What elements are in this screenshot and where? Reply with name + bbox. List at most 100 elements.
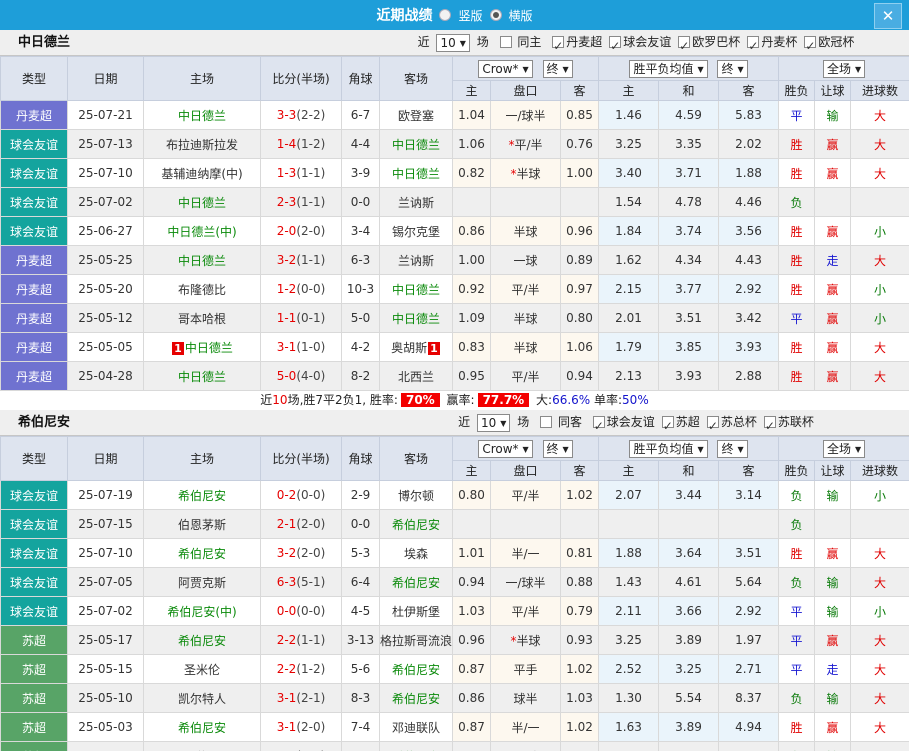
cell-odds-home: 1.09 — [453, 304, 491, 333]
col-score: 比分(半场) — [261, 437, 342, 481]
col-handicap: 盘口 — [491, 461, 561, 481]
league-filter-checkbox[interactable] — [552, 36, 564, 48]
cell-score: 6-3(5-1) — [261, 568, 342, 597]
final-odds-select[interactable]: 终 — [543, 440, 573, 458]
cell-away-team: 希伯尼安 — [380, 684, 453, 713]
horizontal-layout-label[interactable]: 横版 — [509, 7, 533, 24]
fulltime-select[interactable]: 全场 — [823, 440, 865, 458]
cell-odds-away: 0.94 — [561, 362, 599, 391]
league-filter-checkbox[interactable] — [764, 416, 776, 428]
final-mean-select[interactable]: 终 — [717, 440, 747, 458]
cell-mean-lose: 5.64 — [719, 568, 779, 597]
col-type: 类型 — [1, 437, 68, 481]
cell-mean-draw: 3.64 — [659, 539, 719, 568]
cell-result-wdl: 平 — [779, 655, 815, 684]
cell-home-team: 哥本哈根 — [144, 304, 261, 333]
league-filter-checkbox[interactable] — [678, 36, 690, 48]
odds-group-header: Crow* 终 — [453, 437, 599, 461]
cell-result-handicap: 赢 — [815, 275, 851, 304]
cell-result-handicap: 赢 — [815, 217, 851, 246]
league-filter-checkbox[interactable] — [609, 36, 621, 48]
cell-corner: 2-9 — [342, 481, 380, 510]
cell-away-team: 奥胡斯1 — [380, 333, 453, 362]
wdl-mean-select[interactable]: 胜平负均值 — [629, 440, 707, 458]
cell-result-goals — [851, 510, 909, 539]
cell-league-badge: 丹麦超 — [1, 304, 68, 333]
cell-handicap: 平/半 — [491, 275, 561, 304]
cell-mean-lose: 2.92 — [719, 275, 779, 304]
col-handicap-result: 让球 — [815, 461, 851, 481]
same-venue-checkbox[interactable] — [540, 416, 552, 428]
horizontal-layout-radio[interactable] — [490, 9, 502, 21]
recent-count-select[interactable]: 10 — [477, 414, 510, 432]
cell-mean-draw: 3.36 — [659, 742, 719, 751]
cell-league-badge: 丹麦超 — [1, 362, 68, 391]
cell-result-handicap — [815, 188, 851, 217]
cell-mean-draw: 3.77 — [659, 275, 719, 304]
cell-score: 2-2(1-2) — [261, 655, 342, 684]
cell-mean-lose: 3.14 — [719, 481, 779, 510]
cell-home-team: 希伯尼安 — [144, 481, 261, 510]
cell-odds-home: 0.82 — [453, 159, 491, 188]
league-filter-checkbox[interactable] — [747, 36, 759, 48]
cell-result-wdl: 负 — [779, 188, 815, 217]
cell-mean-win: 2.01 — [599, 304, 659, 333]
league-filter-checkbox[interactable] — [593, 416, 605, 428]
league-rank-badge: 1 — [428, 342, 440, 355]
final-odds-select[interactable]: 终 — [543, 60, 573, 78]
league-filter-checkbox[interactable] — [804, 36, 816, 48]
cell-odds-away: 1.06 — [561, 333, 599, 362]
summary-text: 单率: — [590, 393, 622, 407]
league-filter-label: 丹麦杯 — [761, 35, 797, 49]
cell-result-handicap: 赢 — [815, 713, 851, 742]
cell-mean-lose: 2.71 — [719, 742, 779, 751]
cell-mean-win: 1.30 — [599, 684, 659, 713]
fulltime-select[interactable]: 全场 — [823, 60, 865, 78]
vertical-layout-radio[interactable] — [439, 9, 451, 21]
cell-odds-away: 0.88 — [561, 568, 599, 597]
league-filter-checkbox[interactable] — [707, 416, 719, 428]
league-filter-label: 球会友谊 — [623, 35, 671, 49]
mean-group-header: 胜平负均值 终 — [599, 437, 779, 461]
cell-handicap: 半球 — [491, 304, 561, 333]
col-odds-home: 主 — [453, 461, 491, 481]
recent-count-select[interactable]: 10 — [436, 34, 469, 52]
cell-result-wdl: 平 — [779, 626, 815, 655]
cell-score: 0-2(0-0) — [261, 481, 342, 510]
match-row: 丹麦超25-05-25中日德兰3-2(1-1)6-3兰讷斯1.00一球0.891… — [1, 246, 909, 275]
match-row: 丹麦超25-07-21中日德兰3-3(2-2)6-7欧登塞1.04一/球半0.8… — [1, 101, 909, 130]
cell-mean-lose: 4.46 — [719, 188, 779, 217]
bookmaker-select[interactable]: Crow* — [478, 60, 532, 78]
cell-mean-lose — [719, 510, 779, 539]
final-mean-select[interactable]: 终 — [717, 60, 747, 78]
league-filter-checkbox[interactable] — [662, 416, 674, 428]
close-icon[interactable]: ✕ — [874, 3, 902, 29]
col-mean-win: 主 — [599, 81, 659, 101]
cell-date: 25-07-05 — [68, 568, 144, 597]
cell-result-handicap: 走 — [815, 655, 851, 684]
cell-score: 2-2(1-1) — [261, 626, 342, 655]
bookmaker-select[interactable]: Crow* — [478, 440, 532, 458]
cell-result-wdl: 胜 — [779, 362, 815, 391]
cell-result-wdl: 胜 — [779, 539, 815, 568]
cell-away-team: 希伯尼安 — [380, 568, 453, 597]
cell-home-team: 凯尔特人 — [144, 684, 261, 713]
col-mean-lose: 客 — [719, 461, 779, 481]
cell-odds-home: 0.80 — [453, 481, 491, 510]
cell-date: 25-05-05 — [68, 333, 144, 362]
vertical-layout-label[interactable]: 竖版 — [458, 7, 482, 24]
cell-league-badge: 丹麦超 — [1, 101, 68, 130]
cell-result-wdl: 平 — [779, 101, 815, 130]
cell-odds-away: 0.81 — [561, 539, 599, 568]
match-row: 苏超25-05-03希伯尼安3-1(2-0)7-4邓迪联队0.87半/一1.02… — [1, 713, 909, 742]
cell-mean-win: 3.25 — [599, 130, 659, 159]
wdl-mean-select[interactable]: 胜平负均值 — [629, 60, 707, 78]
cell-league-badge: 球会友谊 — [1, 481, 68, 510]
same-venue-checkbox[interactable] — [500, 36, 512, 48]
col-goals-result: 进球数 — [851, 461, 909, 481]
cell-odds-home: 0.95 — [453, 362, 491, 391]
cell-score: 2-3(1-1) — [261, 188, 342, 217]
cell-league-badge: 球会友谊 — [1, 217, 68, 246]
cell-mean-win: 1.54 — [599, 188, 659, 217]
col-mean-draw: 和 — [659, 81, 719, 101]
